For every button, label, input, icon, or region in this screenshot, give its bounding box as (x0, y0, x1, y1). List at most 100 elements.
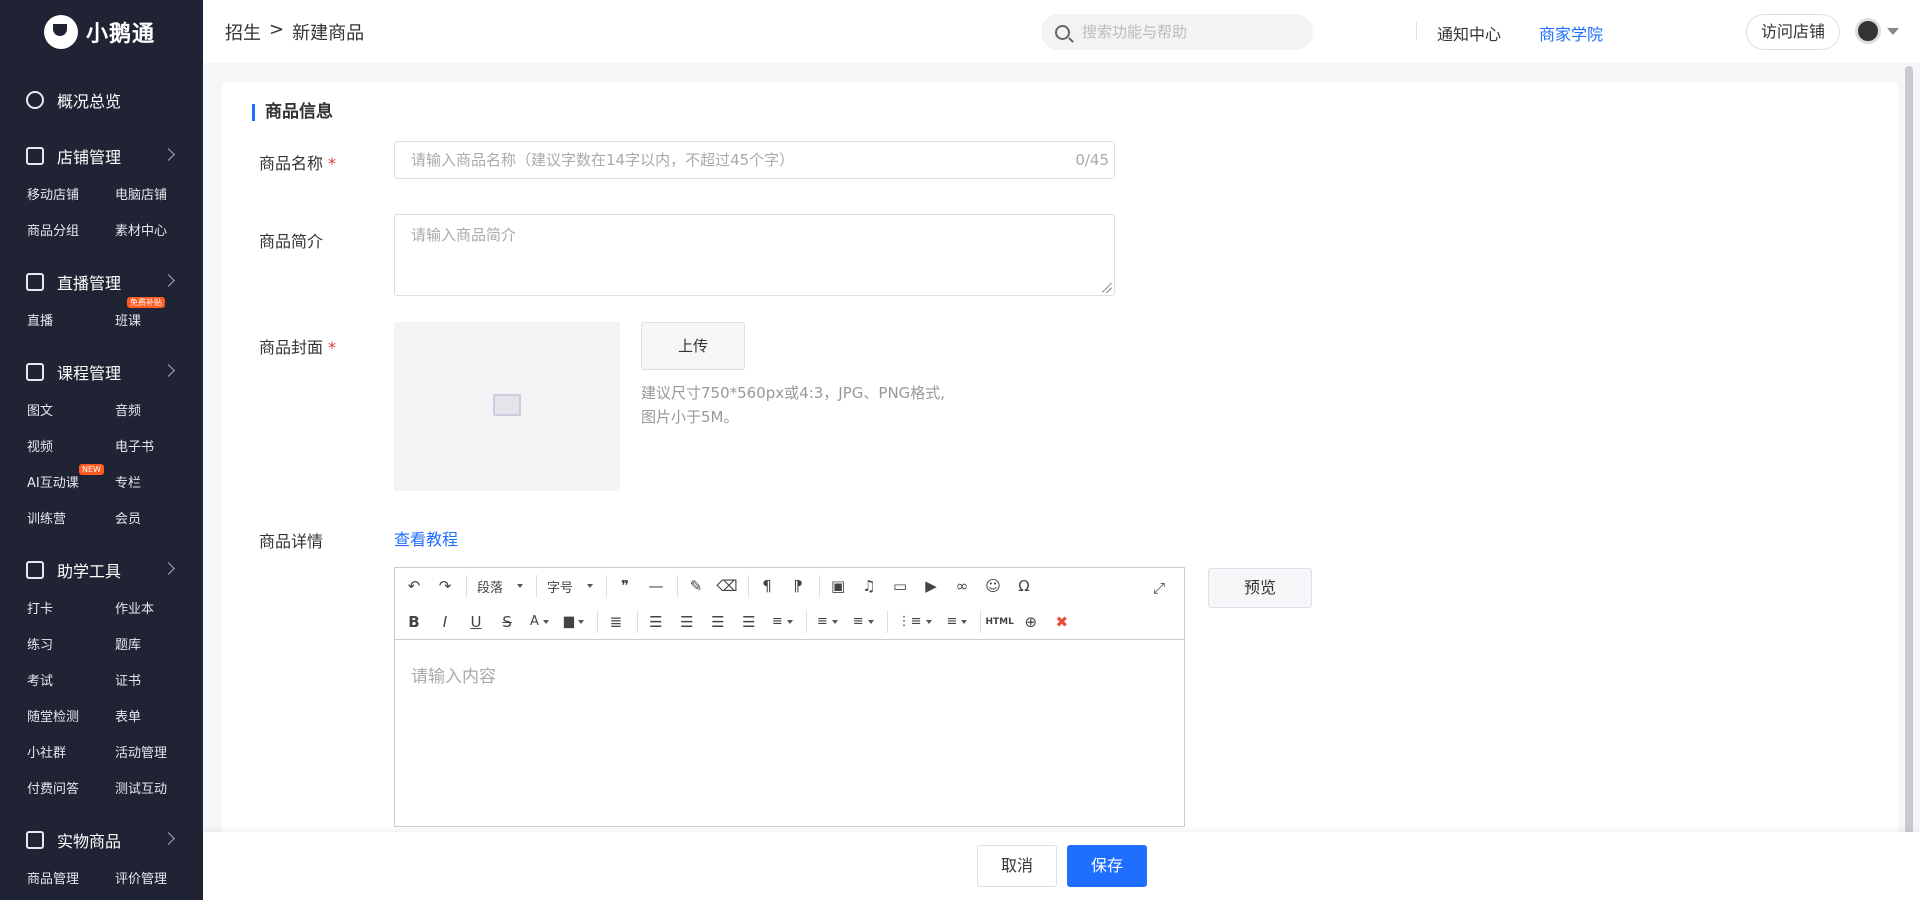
font-size-dropdown[interactable]: 字号 (541, 572, 599, 600)
sidebar-item-material-center[interactable]: 素材中心 (115, 214, 203, 250)
align-right-icon[interactable]: ☰ (704, 608, 732, 636)
product-intro-field[interactable] (394, 214, 1115, 296)
breadcrumb: 招生 > 新建商品 (225, 19, 364, 45)
sidebar-item-goods-management[interactable]: 商品管理 (27, 862, 115, 898)
sidebar-item-quiz[interactable]: 随堂检测 (27, 700, 115, 736)
insert-audio-icon[interactable]: ♫ (855, 572, 883, 600)
nav-live-management[interactable]: 直播管理 (0, 260, 203, 304)
sidebar-item-class[interactable]: 班课 免费补贴 (115, 297, 203, 340)
sidebar-item-member[interactable]: 会员 (115, 502, 203, 538)
background-color-icon[interactable]: ▆ (558, 608, 590, 636)
nav-store-management[interactable]: 店铺管理 (0, 134, 203, 178)
line-indent-icon[interactable]: ≡ (766, 608, 799, 636)
html-source-icon[interactable]: HTML (985, 608, 1013, 636)
ltr-icon[interactable]: ¶ (753, 572, 781, 600)
insert-image-icon[interactable]: ▣ (824, 572, 852, 600)
product-name-field[interactable]: 0/45 (394, 141, 1115, 179)
section-title: 商品信息 (252, 104, 333, 121)
sidebar-item-ebook[interactable]: 电子书 (115, 430, 203, 466)
sidebar-item-review-management[interactable]: 评价管理 (115, 862, 203, 898)
sidebar-item-homework[interactable]: 作业本 (115, 592, 203, 628)
strikethrough-icon[interactable]: S (493, 608, 521, 636)
align-left-icon[interactable]: ☰ (642, 608, 670, 636)
paragraph-spacing-icon[interactable]: ≡ (847, 608, 880, 636)
sidebar-item-activity[interactable]: 活动管理 (115, 736, 203, 772)
sidebar-item-camp[interactable]: 训练营 (27, 502, 115, 538)
view-tutorial-link[interactable]: 查看教程 (394, 526, 458, 550)
caret-down-icon[interactable] (1887, 28, 1899, 41)
sidebar-item-product-group[interactable]: 商品分组 (27, 214, 115, 250)
horizontal-rule-icon[interactable]: — (642, 572, 670, 600)
cancel-button[interactable]: 取消 (977, 845, 1057, 887)
sidebar-item-paid-qa[interactable]: 付费问答 (27, 772, 115, 808)
notification-center-link[interactable]: 通知中心 (1437, 21, 1501, 45)
sidebar-item-checkin[interactable]: 打卡 (27, 592, 115, 628)
avatar[interactable] (1855, 18, 1881, 44)
align-justify-icon[interactable]: ☰ (735, 608, 763, 636)
product-name-input[interactable] (411, 151, 1051, 169)
rich-text-editor: ↶ ↷ 段落 字号 ❞ — ✎ ⌫ ¶ ⁋ ▣ ♫ ▭ ▶ ∞ ☺ Ω ⤢ B (394, 567, 1185, 827)
format-painter-icon[interactable]: ✎ (682, 572, 710, 600)
sidebar-item-form[interactable]: 表单 (115, 700, 203, 736)
product-intro-textarea[interactable] (411, 224, 1101, 284)
line-height-icon[interactable]: ≡ (811, 608, 844, 636)
breadcrumb-enrollment[interactable]: 招生 (225, 19, 261, 45)
sidebar-item-question-bank[interactable]: 题库 (115, 628, 203, 664)
sidebar-item-audio[interactable]: 音频 (115, 394, 203, 430)
special-char-icon[interactable]: Ω (1010, 572, 1038, 600)
merchant-academy-link[interactable]: 商家学院 (1539, 21, 1603, 45)
undo-icon[interactable]: ↶ (400, 572, 428, 600)
search-box[interactable] (1041, 14, 1313, 50)
emoji-icon[interactable]: ☺ (979, 572, 1007, 600)
quote-icon[interactable]: ❞ (611, 572, 639, 600)
link-icon[interactable]: ∞ (948, 572, 976, 600)
sidebar-item-exam[interactable]: 考试 (27, 664, 115, 700)
sidebar-item-test-interaction[interactable]: 测试互动 (115, 772, 203, 808)
plugin-icon[interactable]: ✖ (1048, 608, 1076, 636)
insert-video-icon[interactable]: ▭ (886, 572, 914, 600)
visit-store-button[interactable]: 访问店铺 (1746, 14, 1840, 50)
sidebar-item-certificate[interactable]: 证书 (115, 664, 203, 700)
search-input[interactable] (1082, 23, 1302, 41)
sidebar-item-mobile-store[interactable]: 移动店铺 (27, 178, 115, 214)
sidebar-item-practice[interactable]: 练习 (27, 628, 115, 664)
nav-overview[interactable]: 概况总览 (0, 78, 203, 122)
sidebar-item-live[interactable]: 直播 (27, 304, 115, 340)
unordered-list-icon[interactable]: ≡ (941, 608, 974, 636)
save-button[interactable]: 保存 (1067, 845, 1147, 887)
upload-button[interactable]: 上传 (641, 322, 745, 370)
toolbar-separator (805, 610, 807, 633)
insert-media-icon[interactable]: ▶ (917, 572, 945, 600)
caret-down-icon (542, 619, 549, 627)
fullscreen-icon[interactable]: ⤢ (1145, 574, 1173, 602)
ordered-list-icon[interactable]: ⋮≡ (892, 608, 938, 636)
font-color-icon[interactable]: A (524, 608, 555, 636)
cover-placeholder[interactable] (394, 322, 620, 491)
sidebar-item-article[interactable]: 图文 (27, 394, 115, 430)
preview-button[interactable]: 预览 (1208, 568, 1312, 608)
italic-icon[interactable]: I (431, 608, 459, 636)
nav-physical-goods[interactable]: 实物商品 (0, 818, 203, 862)
sidebar-item-ai-course[interactable]: AI互动课 NEW (27, 464, 115, 502)
redo-icon[interactable]: ↷ (431, 572, 459, 600)
editor-content-area[interactable]: 请输入内容 (395, 640, 1184, 709)
resize-handle-icon[interactable] (1102, 283, 1112, 293)
sidebar-item-pc-store[interactable]: 电脑店铺 (115, 178, 203, 214)
clear-format-icon[interactable]: ⌫ (713, 572, 741, 600)
sidebar-item-column[interactable]: 专栏 (115, 466, 203, 502)
paragraph-dropdown[interactable]: 段落 (471, 572, 529, 600)
chevron-right-icon (162, 364, 175, 377)
indent-icon[interactable]: ≣ (602, 608, 630, 636)
underline-icon[interactable]: U (462, 608, 490, 636)
sidebar-item-video[interactable]: 视频 (27, 430, 115, 466)
logo[interactable]: 小鹅通 (0, 0, 203, 64)
scrollbar-thumb[interactable] (1905, 66, 1913, 834)
sidebar-item-community[interactable]: 小社群 (27, 736, 115, 772)
nav-course-management[interactable]: 课程管理 (0, 350, 203, 394)
nav-learning-tools[interactable]: 助学工具 (0, 548, 203, 592)
store-icon (26, 147, 44, 165)
bold-icon[interactable]: B (400, 608, 428, 636)
align-center-icon[interactable]: ☰ (673, 608, 701, 636)
rtl-icon[interactable]: ⁋ (784, 572, 812, 600)
search-replace-icon[interactable]: ⊕ (1017, 608, 1045, 636)
